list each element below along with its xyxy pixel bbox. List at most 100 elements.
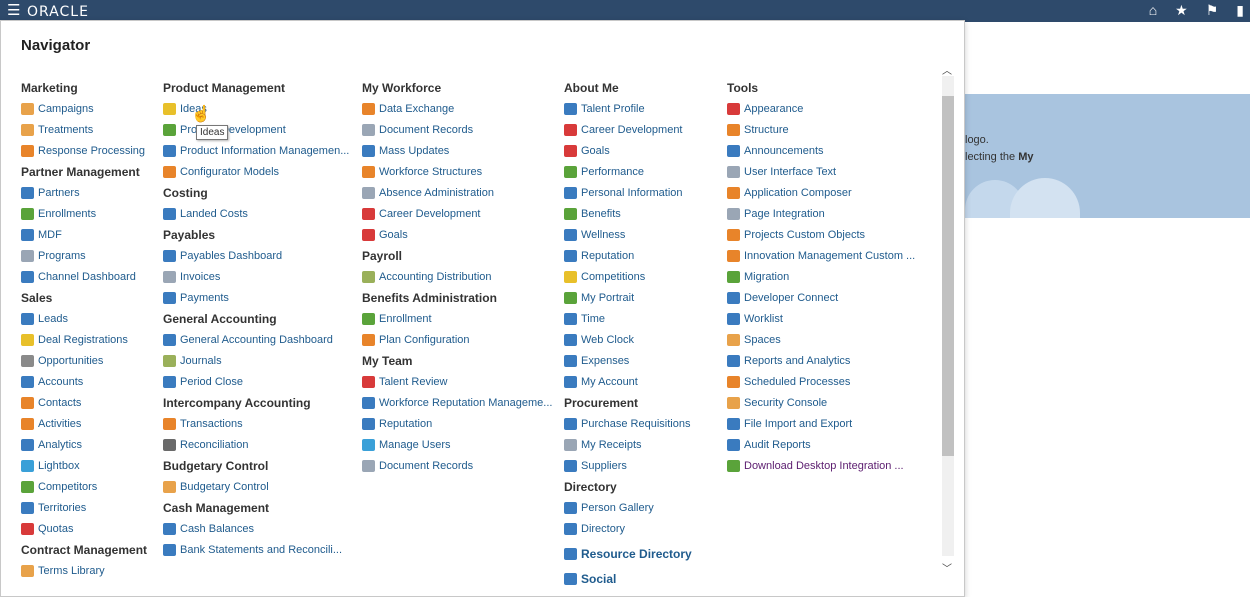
navigator-link[interactable]: Product Information Managemen... xyxy=(163,143,349,164)
navigator-link[interactable]: Performance xyxy=(564,164,692,185)
navigator-link[interactable]: Career Development xyxy=(564,122,692,143)
navigator-link[interactable]: Payments xyxy=(163,290,349,311)
navigator-link[interactable]: My Receipts xyxy=(564,437,692,458)
navigator-link[interactable]: Enrollments xyxy=(21,206,147,227)
star-icon[interactable]: ★ xyxy=(1175,3,1188,18)
navigator-link[interactable]: Treatments xyxy=(21,122,147,143)
navigator-link[interactable]: Programs xyxy=(21,248,147,269)
navigator-link[interactable]: Accounts xyxy=(21,374,147,395)
navigator-link[interactable]: Developer Connect xyxy=(727,290,915,311)
navigator-link[interactable]: Mass Updates xyxy=(362,143,552,164)
navigator-link[interactable]: Cash Balances xyxy=(163,521,349,542)
navigator-link[interactable]: Audit Reports xyxy=(727,437,915,458)
navigator-link[interactable]: Activities xyxy=(21,416,147,437)
navigator-link[interactable]: General Accounting Dashboard xyxy=(163,332,349,353)
scroll-down-icon[interactable]: ﹀ xyxy=(942,560,952,575)
navigator-link[interactable]: Workforce Reputation Manageme... xyxy=(362,395,552,416)
navigator-link[interactable]: Period Close xyxy=(163,374,349,395)
navigator-link[interactable]: Competitions xyxy=(564,269,692,290)
navigator-link[interactable]: Personal Information xyxy=(564,185,692,206)
navigator-link[interactable]: Wellness xyxy=(564,227,692,248)
navigator-link[interactable]: Goals xyxy=(564,143,692,164)
navigator-link[interactable]: Talent Profile xyxy=(564,101,692,122)
navigator-link[interactable]: Competitors xyxy=(21,479,147,500)
navigator-link[interactable]: Reputation xyxy=(362,416,552,437)
navigator-link[interactable]: Product Development xyxy=(163,122,349,143)
navigator-link[interactable]: Response Processing xyxy=(21,143,147,164)
navigator-link[interactable]: Accounting Distribution xyxy=(362,269,552,290)
navigator-link[interactable]: Scheduled Processes xyxy=(727,374,915,395)
navigator-link[interactable]: Innovation Management Custom ... xyxy=(727,248,915,269)
navigator-link[interactable]: File Import and Export xyxy=(727,416,915,437)
navigator-link[interactable]: Purchase Requisitions xyxy=(564,416,692,437)
navigator-link[interactable]: Budgetary Control xyxy=(163,479,349,500)
navigator-link[interactable]: Suppliers xyxy=(564,458,692,479)
navigator-link[interactable]: Application Composer xyxy=(727,185,915,206)
navigator-link[interactable]: Transactions xyxy=(163,416,349,437)
navigator-link[interactable]: Goals xyxy=(362,227,552,248)
navigator-link[interactable]: Territories xyxy=(21,500,147,521)
navigator-link[interactable]: Partners xyxy=(21,185,147,206)
navigator-link[interactable]: Document Records xyxy=(362,458,552,479)
scroll-up-icon[interactable]: ︿ xyxy=(942,62,952,77)
navigator-link[interactable]: Download Desktop Integration ... xyxy=(727,458,915,479)
navigator-link[interactable]: Lightbox xyxy=(21,458,147,479)
navigator-link[interactable]: Plan Configuration xyxy=(362,332,552,353)
navigator-link-label: User Interface Text xyxy=(744,166,837,178)
navigator-link[interactable]: Workforce Structures xyxy=(362,164,552,185)
navigator-link[interactable]: Projects Custom Objects xyxy=(727,227,915,248)
navigator-link[interactable]: Reputation xyxy=(564,248,692,269)
navigator-link[interactable]: Spaces xyxy=(727,332,915,353)
navigator-link[interactable]: Career Development xyxy=(362,206,552,227)
navigator-link[interactable]: My Portrait xyxy=(564,290,692,311)
navigator-link[interactable]: Payables Dashboard xyxy=(163,248,349,269)
hamburger-icon[interactable]: ☰ xyxy=(7,3,20,18)
navigator-link[interactable]: Landed Costs xyxy=(163,206,349,227)
flag-icon[interactable]: ⚑ xyxy=(1206,3,1219,18)
navigator-link-label: Workforce Structures xyxy=(379,166,483,178)
scrollbar-thumb[interactable] xyxy=(942,96,954,456)
navigator-link[interactable]: Opportunities xyxy=(21,353,147,374)
navigator-link[interactable]: Migration xyxy=(727,269,915,290)
navigator-link[interactable]: Reconciliation xyxy=(163,437,349,458)
navigator-link[interactable]: Deal Registrations xyxy=(21,332,147,353)
navigator-link[interactable]: Person Gallery xyxy=(564,500,692,521)
navigator-link[interactable]: Campaigns xyxy=(21,101,147,122)
navigator-link[interactable]: Expenses xyxy=(564,353,692,374)
navigator-link[interactable]: Page Integration xyxy=(727,206,915,227)
navigator-link[interactable]: Absence Administration xyxy=(362,185,552,206)
navigator-link[interactable]: My Account xyxy=(564,374,692,395)
navigator-link[interactable]: Appearance xyxy=(727,101,915,122)
navigator-link[interactable]: Security Console xyxy=(727,395,915,416)
navigator-link[interactable]: Bank Statements and Reconcili... xyxy=(163,542,349,563)
navigator-link[interactable]: Enrollment xyxy=(362,311,552,332)
navigator-link[interactable]: MDF xyxy=(21,227,147,248)
navigator-link[interactable]: Analytics xyxy=(21,437,147,458)
navigator-link[interactable]: Worklist xyxy=(727,311,915,332)
navigator-link[interactable]: Data Exchange xyxy=(362,101,552,122)
navigator-link[interactable]: Leads xyxy=(21,311,147,332)
navigator-link[interactable]: User Interface Text xyxy=(727,164,915,185)
home-icon[interactable]: ⌂ xyxy=(1149,3,1157,18)
navigator-link[interactable]: Invoices xyxy=(163,269,349,290)
navigator-link[interactable]: Structure xyxy=(727,122,915,143)
navigator-link[interactable]: Announcements xyxy=(727,143,915,164)
navigator-link[interactable]: Web Clock xyxy=(564,332,692,353)
navigator-link[interactable]: Contacts xyxy=(21,395,147,416)
navigator-link-label: Invoices xyxy=(180,271,221,283)
navigator-link[interactable]: Configurator Models xyxy=(163,164,349,185)
navigator-link[interactable]: Reports and Analytics xyxy=(727,353,915,374)
navigator-link[interactable]: Manage Users xyxy=(362,437,552,458)
navigator-link[interactable]: Time xyxy=(564,311,692,332)
navigator-big-link[interactable]: Resource Directory xyxy=(564,546,692,567)
navigator-big-link[interactable]: Social xyxy=(564,571,692,592)
navigator-link[interactable]: Directory xyxy=(564,521,692,542)
navigator-link[interactable]: Talent Review xyxy=(362,374,552,395)
navigator-link[interactable]: Document Records xyxy=(362,122,552,143)
navigator-link[interactable]: Benefits xyxy=(564,206,692,227)
navigator-link[interactable]: Quotas xyxy=(21,521,147,542)
navigator-link[interactable]: Journals xyxy=(163,353,349,374)
navigator-link[interactable]: Channel Dashboard xyxy=(21,269,147,290)
navigator-link[interactable]: Terms Library xyxy=(21,563,147,584)
chat-icon[interactable]: ▮ xyxy=(1236,3,1244,18)
